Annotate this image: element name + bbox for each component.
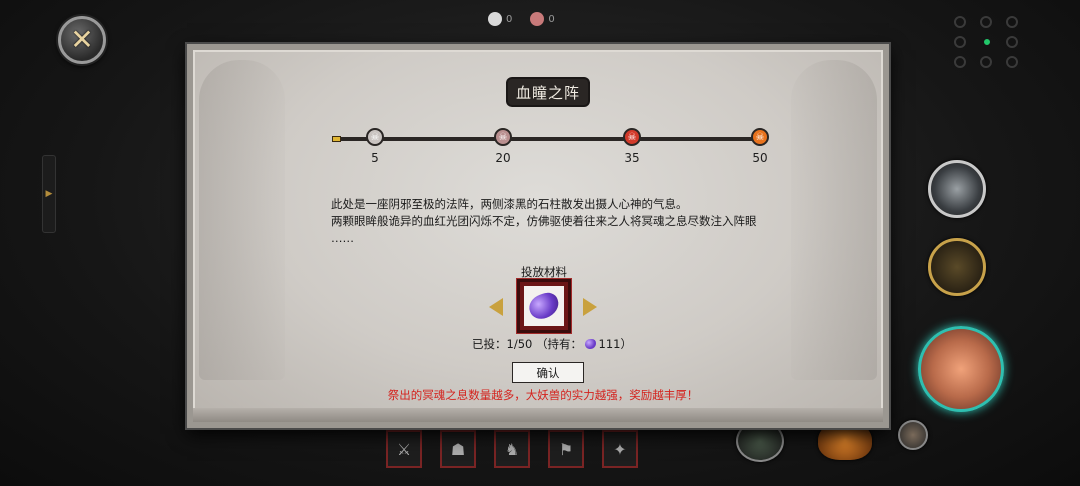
red-skull-icon: ☠: [623, 128, 641, 146]
dialog-title: 血瞳之阵: [508, 79, 588, 105]
hotbar-slot[interactable]: ☗: [440, 430, 476, 468]
material-slot-inner: [524, 286, 564, 326]
flag-icon: ⚑: [558, 439, 574, 459]
deposit-count-text: 已投：1/50 （持有：: [472, 337, 582, 351]
minimap-node: [1006, 36, 1018, 48]
relic-icon: ✦: [613, 439, 627, 459]
armor-icon: ☗: [450, 439, 466, 459]
milestone-value: 35: [624, 151, 640, 165]
hotbar-slot[interactable]: ⚑: [548, 430, 584, 468]
milestone-value: 50: [752, 151, 768, 165]
minimap-node: [980, 56, 992, 68]
red-skull-icon: [530, 12, 545, 26]
dialog-bottom-border: [193, 408, 883, 422]
reward-hint: 祭出的冥魂之息数量越多，大妖兽的实力越强，奖励越丰厚！: [387, 388, 699, 402]
chevron-right-icon: ▶: [45, 189, 53, 199]
item-hotbar: ⚔ ☗ ♞ ⚑ ✦: [386, 430, 638, 468]
milestone-value: 5: [371, 151, 379, 165]
milestone-50: ☠ 50: [748, 128, 772, 165]
minimap-current-node: [984, 39, 990, 45]
milestone-5: ☠ 5: [363, 128, 387, 165]
next-material-arrow-icon[interactable]: [583, 298, 597, 316]
soul-breath-icon: [525, 289, 563, 323]
soul-breath-small-icon: [584, 339, 596, 349]
resource-counters: 0 0: [488, 12, 555, 26]
minimap-node: [954, 36, 966, 48]
white-skull-icon: ☠: [366, 128, 384, 146]
main-attack-orb[interactable]: [918, 326, 1004, 412]
weapon-icon: ⚔: [396, 439, 412, 459]
minimap-node: [980, 16, 992, 28]
hotbar-slot[interactable]: ♞: [494, 430, 530, 468]
progress-start-marker: [332, 136, 341, 142]
minimap-node: [954, 16, 966, 28]
hotbar-slot[interactable]: ⚔: [386, 430, 422, 468]
material-slot[interactable]: [517, 279, 571, 333]
white-skull-counter: 0: [488, 12, 512, 26]
skill-orb-1[interactable]: [928, 160, 986, 218]
side-panel-toggle[interactable]: ▶: [42, 155, 56, 233]
minimap-node: [1006, 16, 1018, 28]
minimap-node: [1006, 56, 1018, 68]
milestone-35: ☠ 35: [620, 128, 644, 165]
progress-track: [333, 137, 763, 141]
held-count: 111）: [598, 337, 632, 351]
confirm-button[interactable]: 确认: [512, 362, 584, 383]
milestone-20: ☠ 20: [491, 128, 515, 165]
close-button[interactable]: ✕: [58, 16, 106, 64]
companion-icon: ♞: [504, 439, 520, 459]
description-line: 两颗眼眸般诡异的血红光团闪烁不定，仿佛驱使着往来之人将冥魂之息尽数注入阵眼: [331, 214, 757, 228]
array-description: 此处是一座阴邪至极的法阵，两侧漆黑的石柱散发出摄人心神的气息。 两颗眼眸般诡异的…: [331, 196, 761, 247]
prev-material-arrow-icon[interactable]: [489, 298, 503, 316]
skill-orb-2[interactable]: [928, 238, 986, 296]
material-label: 投放材料: [521, 265, 567, 279]
pink-skull-icon: ☠: [494, 128, 512, 146]
minimap-node: [954, 56, 966, 68]
description-line: ……: [331, 231, 354, 245]
hotbar-slot[interactable]: ✦: [602, 430, 638, 468]
red-skull-count: 0: [548, 13, 555, 25]
blood-eye-array-dialog: 血瞳之阵 ☠ 5 ☠ 20 ☠ 35 ☠ 50 此处是一座阴邪至极的法阵，两侧漆…: [187, 44, 889, 428]
milestone-value: 20: [495, 151, 511, 165]
orange-skull-icon: ☠: [751, 128, 769, 146]
companion-orb[interactable]: [898, 420, 928, 450]
red-skull-counter: 0: [530, 12, 555, 26]
minimap[interactable]: [950, 14, 1024, 70]
left-pillar-decoration: [199, 60, 285, 380]
right-pillar-decoration: [791, 60, 877, 380]
close-icon: ✕: [70, 23, 94, 56]
description-line: 此处是一座阴邪至极的法阵，两侧漆黑的石柱散发出摄人心神的气息。: [331, 197, 688, 211]
white-skull-count: 0: [506, 13, 513, 25]
deposit-count: 已投：1/50 （持有： 111）: [472, 336, 632, 352]
white-skull-icon: [488, 12, 502, 26]
